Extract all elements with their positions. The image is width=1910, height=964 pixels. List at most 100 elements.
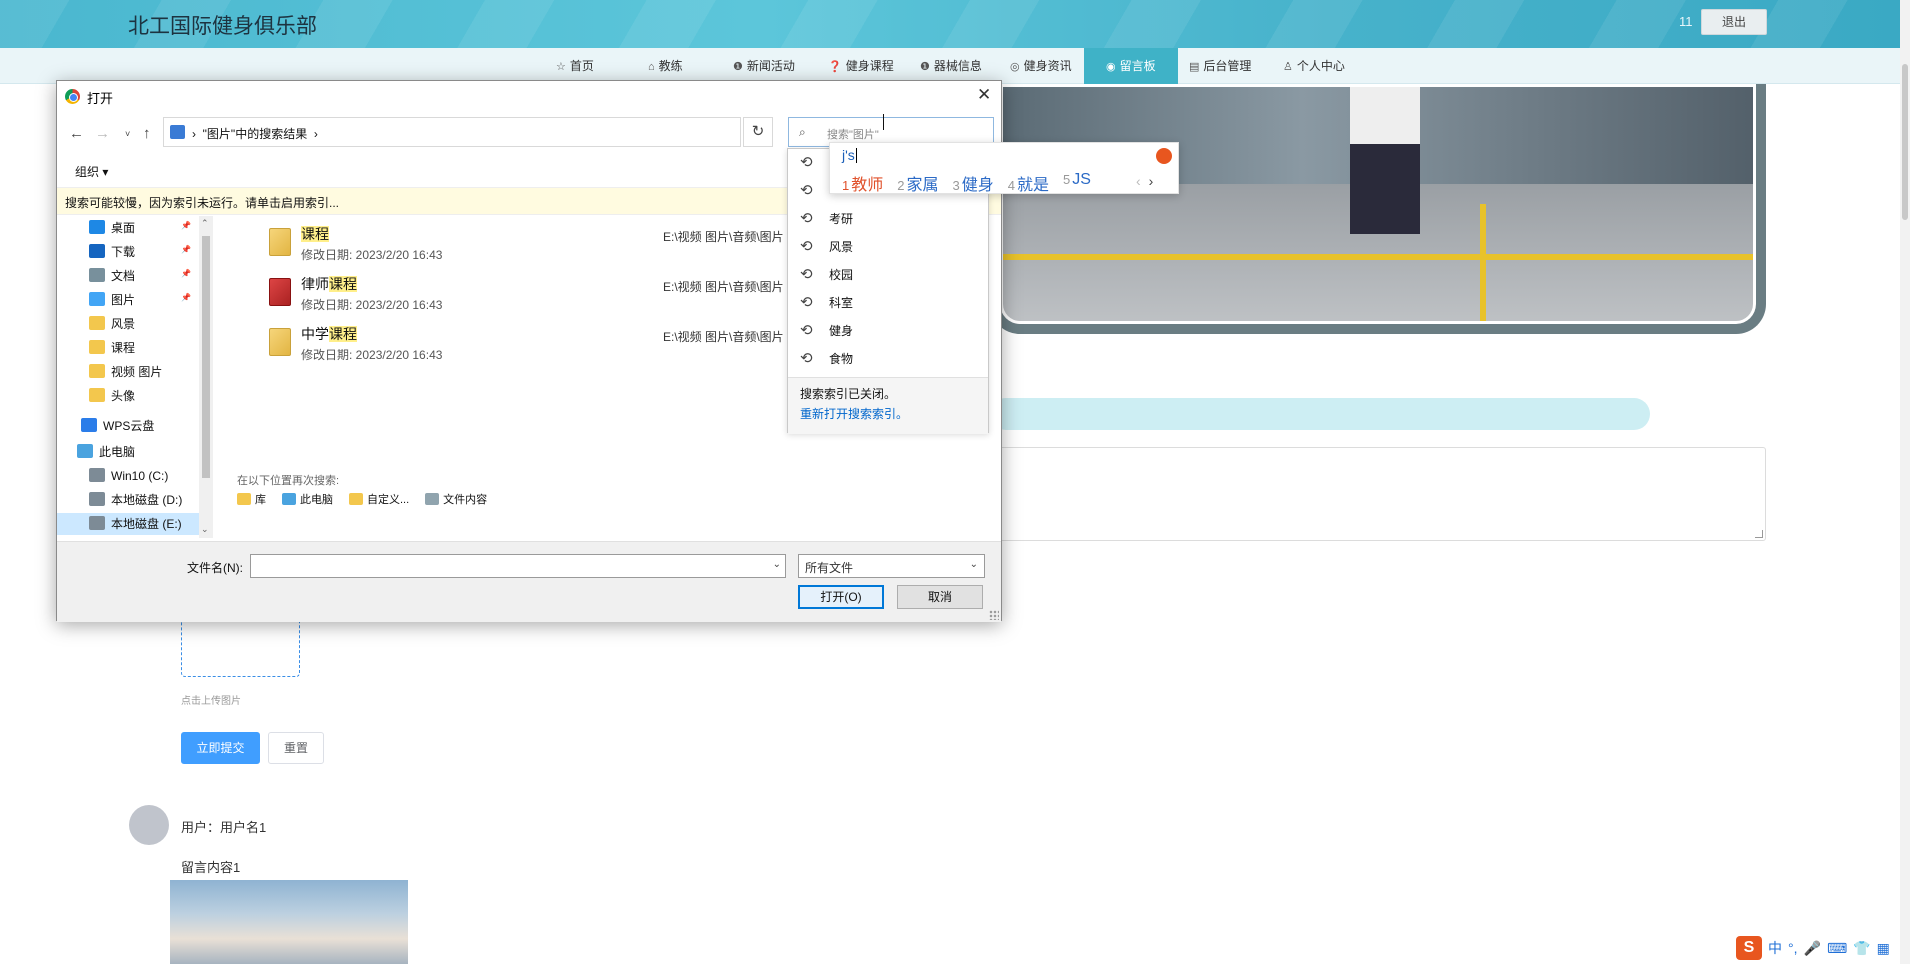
history-item[interactable]: ⟲ 食物 (788, 345, 988, 373)
nav-item-3[interactable]: ❓ 健身课程 (828, 48, 894, 84)
ime-candidate-window: j's 1 教师 2 家属 3 健身 4 就是 5 JS ‹ › (829, 142, 1179, 194)
history-item-label: 风景 (829, 240, 854, 254)
tree-item-label: 本地磁盘 (D:) (111, 493, 183, 507)
search-icon: ⌕ (799, 125, 806, 139)
re-search-link[interactable]: 库 (237, 491, 266, 507)
tree-item-label: 桌面 (111, 221, 136, 235)
nav-item-label: 首页 (569, 59, 594, 73)
forward-icon[interactable]: → (95, 125, 110, 142)
tree-item[interactable]: 视频 图片 (89, 361, 162, 383)
ime-tray-item[interactable]: ⌨ (1827, 940, 1847, 957)
tree-item-label: 本地磁盘 (E:) (111, 517, 182, 531)
location-icon (237, 493, 251, 505)
submit-button[interactable]: 立即提交 (181, 732, 260, 764)
refresh-icon[interactable]: ↻ (743, 117, 773, 147)
address-bar[interactable]: › "图片"中的搜索结果 › ⌄ (163, 117, 833, 147)
history-item-label: 校园 (829, 268, 854, 282)
ime-tray-item[interactable]: S (1736, 936, 1762, 960)
history-item[interactable]: ⟲ 考研 (788, 205, 988, 233)
ime-skin-icon[interactable] (1156, 148, 1172, 164)
desktop-icon (89, 220, 105, 234)
nav-item-8[interactable]: ♙ 个人中心 (1283, 48, 1345, 84)
file-row[interactable]: 课程 修改日期: 2023/2/20 16:43 E:\视频 图片\音频\图片 (215, 216, 847, 266)
reenable-index-link[interactable]: 重新打开搜索索引。 (800, 405, 908, 422)
history-clock-icon: ⟲ (800, 350, 813, 367)
ime-candidate[interactable]: 3 健身 (953, 171, 994, 195)
recent-dropdown-icon[interactable]: ˅ (125, 129, 130, 139)
navigation-scrollbar[interactable]: ⌃ ⌄ (199, 216, 213, 538)
history-item[interactable]: ⟲ 校园 (788, 261, 988, 289)
reset-button[interactable]: 重置 (268, 732, 324, 764)
tree-item[interactable]: Win10 (C:) (89, 465, 168, 487)
re-search-link[interactable]: 此电脑 (282, 491, 333, 507)
ime-candidate[interactable]: 5 JS (1063, 171, 1091, 195)
tree-item[interactable]: WPS云盘 (81, 415, 154, 437)
nav-item-0[interactable]: ☆ 首页 (556, 48, 594, 84)
history-item[interactable]: ⟲ 科室 (788, 289, 988, 317)
message-textarea[interactable] (990, 447, 1766, 541)
filetype-select[interactable]: 所有文件 ⌄ (798, 554, 985, 578)
ime-candidate[interactable]: 2 家属 (897, 171, 938, 195)
up-icon[interactable]: ↑ (143, 125, 151, 142)
tree-item[interactable]: 头像 (89, 385, 135, 407)
chevron-down-icon[interactable]: ⌄ (773, 559, 781, 570)
file-path: E:\视频 图片\音频\图片 (663, 280, 784, 294)
tree-item[interactable]: 本地磁盘 (E:) (57, 513, 213, 535)
tree-item[interactable]: 风景 (89, 313, 135, 335)
ime-tray-item[interactable]: 👕 (1853, 940, 1870, 957)
close-icon[interactable]: ✕ (977, 85, 991, 105)
re-search-link[interactable]: 自定义... (349, 491, 409, 507)
organize-button[interactable]: 组织 ▾ (75, 163, 108, 180)
logout-button[interactable]: 退出 (1701, 9, 1767, 35)
ime-tray-item[interactable]: 中 (1768, 938, 1782, 958)
file-row[interactable]: 中学课程 修改日期: 2023/2/20 16:43 E:\视频 图片\音频\图片 (215, 316, 847, 366)
ime-candidate[interactable]: 4 就是 (1008, 171, 1049, 195)
nav-item-label: 后台管理 (1203, 59, 1252, 73)
open-button[interactable]: 打开(O) (798, 585, 884, 609)
file-date: 修改日期: 2023/2/20 16:43 (301, 248, 443, 262)
drive-icon (89, 516, 105, 530)
next-page-icon[interactable]: › (1149, 173, 1154, 189)
nav-item-label: 留言板 (1119, 59, 1156, 73)
ime-tray-item[interactable]: 🎤 (1804, 940, 1821, 957)
cancel-button[interactable]: 取消 (897, 585, 983, 609)
re-search-link[interactable]: 文件内容 (425, 491, 487, 507)
filename-input[interactable]: ⌄ (250, 554, 786, 578)
history-item[interactable]: ⟲ 健身 (788, 317, 988, 345)
tree-item[interactable]: 桌面 (89, 217, 135, 239)
resize-grip[interactable] (989, 610, 999, 620)
tree-item[interactable]: 此电脑 (77, 441, 135, 463)
message-content: 留言内容1 (181, 860, 241, 875)
nav-item-1[interactable]: ⌂ 教练 (648, 48, 683, 84)
history-item[interactable]: ⟲ 风景 (788, 233, 988, 261)
tree-item-label: 下载 (111, 245, 136, 259)
tree-item-label: 此电脑 (99, 445, 136, 459)
file-path: E:\视频 图片\音频\图片 (663, 330, 784, 344)
tree-item[interactable]: 本地磁盘 (D:) (89, 489, 182, 511)
file-name-match: 课程 (329, 326, 357, 342)
back-icon[interactable]: ← (69, 125, 84, 142)
tree-item[interactable]: 文档 (89, 265, 135, 287)
prev-page-icon[interactable]: ‹ (1136, 173, 1141, 189)
nav-item-5[interactable]: ◎ 健身资讯 (1010, 48, 1072, 84)
nav-item-2[interactable]: ❶ 新闻活动 (733, 48, 795, 84)
nav-item-6[interactable]: ◉ 留言板 (1084, 48, 1178, 84)
image-file-icon (269, 228, 291, 256)
nav-item-7[interactable]: ▤ 后台管理 (1189, 48, 1251, 84)
nav-item-4[interactable]: ❶ 器械信息 (920, 48, 982, 84)
tree-item[interactable]: 课程 (89, 337, 135, 359)
file-list: 课程 修改日期: 2023/2/20 16:43 E:\视频 图片\音频\图片 律师课… (215, 216, 847, 538)
image-upload-box[interactable] (181, 615, 300, 677)
tree-item[interactable]: 图片 (89, 289, 135, 311)
ime-tray-item[interactable]: °, (1788, 940, 1798, 956)
file-name-match: 课程 (329, 276, 357, 292)
ime-candidate[interactable]: 1 教师 (842, 171, 883, 195)
ime-toolbar: S 中 °, 🎤 ⌨ 👕 ▦ (1736, 936, 1890, 960)
tree-item[interactable]: 下载 (89, 241, 135, 263)
page-scroll-thumb[interactable] (1902, 64, 1908, 220)
ime-candidate-text: 家属 (906, 177, 939, 194)
file-row[interactable]: 律师课程 修改日期: 2023/2/20 16:43 E:\视频 图片\音频\图片 (215, 266, 847, 316)
ime-tray-item[interactable]: ▦ (1877, 940, 1890, 957)
ime-candidate-number: 1 (842, 178, 850, 193)
ime-candidate-text: 健身 (961, 177, 994, 194)
